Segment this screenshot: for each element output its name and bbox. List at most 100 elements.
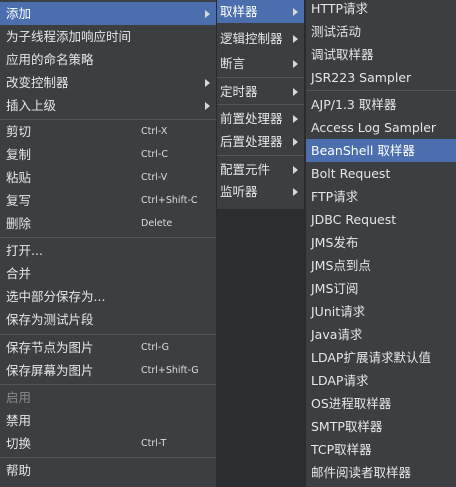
menu-separator: [217, 104, 304, 105]
menu-item-label: 改变控制器: [6, 75, 69, 90]
menu-item-delete[interactable]: 删除 Delete: [0, 212, 216, 235]
menu-item-label: 逻辑控制器: [220, 31, 283, 46]
menu-item-label: 应用的命名策略: [6, 52, 94, 67]
menu-item-enable: 启用: [0, 386, 216, 409]
sampler-item-jms-point-to-point[interactable]: JMS点到点: [306, 254, 456, 277]
submenu-item-listener[interactable]: 监听器: [217, 180, 304, 203]
menu-item-label: Java请求: [311, 327, 363, 342]
menu-item-copy[interactable]: 复制 Ctrl-C: [0, 143, 216, 166]
menu-item-label: JMS点到点: [311, 258, 371, 273]
sampler-item-http-request[interactable]: HTTP请求: [306, 0, 456, 20]
sampler-item-tcp[interactable]: TCP取样器: [306, 438, 456, 461]
sampler-item-java-request[interactable]: Java请求: [306, 323, 456, 346]
sampler-item-ftp-request[interactable]: FTP请求: [306, 185, 456, 208]
sampler-item-jms-publisher[interactable]: JMS发布: [306, 231, 456, 254]
menu-item-save-selection-as[interactable]: 选中部分保存为...: [0, 285, 216, 308]
menu-item-label: 调试取样器: [311, 47, 374, 62]
submenu-item-post-processor[interactable]: 后置处理器: [217, 130, 304, 153]
menu-item-label: 取样器: [220, 4, 258, 19]
menu-item-paste[interactable]: 粘贴 Ctrl-V: [0, 166, 216, 189]
menu-item-label: 启用: [6, 390, 32, 405]
menu-item-label: 合并: [6, 266, 32, 281]
add-submenu: 取样器 逻辑控制器 断言 定时器 前置处理器 后置处理器 配置元件 监听器: [217, 0, 305, 210]
menu-item-label: 添加: [6, 6, 32, 21]
menu-item-label: FTP请求: [311, 189, 359, 204]
menu-item-help[interactable]: 帮助: [0, 459, 216, 482]
sampler-item-jdbc-request[interactable]: JDBC Request: [306, 208, 456, 231]
menu-item-label: 粘贴: [6, 170, 32, 185]
menu-item-save-node-image[interactable]: 保存节点为图片 Ctrl-G: [0, 336, 216, 359]
menu-item-label: 为子线程添加响应时间: [6, 29, 132, 44]
menu-item-label: 切换: [6, 436, 32, 451]
menu-item-shortcut: Ctrl+Shift-C: [141, 195, 198, 206]
menu-item-insert-parent[interactable]: 插入上级: [0, 94, 216, 117]
menu-item-label: JMS订阅: [311, 281, 359, 296]
menu-item-label: HTTP请求: [311, 1, 368, 16]
menu-item-label: JDBC Request: [311, 212, 397, 227]
menu-item-save-screen-image[interactable]: 保存屏幕为图片 Ctrl+Shift-G: [0, 359, 216, 382]
menu-separator: [0, 384, 216, 385]
menu-item-merge[interactable]: 合并: [0, 262, 216, 285]
sampler-submenu: HTTP请求 测试活动 调试取样器 JSR223 Sampler AJP/1.3…: [305, 0, 456, 487]
menu-item-label: AJP/1.3 取样器: [311, 97, 397, 112]
sampler-item-smtp[interactable]: SMTP取样器: [306, 415, 456, 438]
menu-item-cut[interactable]: 剪切 Ctrl-X: [0, 120, 216, 143]
menu-item-label: 复制: [6, 147, 32, 162]
menu-item-label: 前置处理器: [220, 111, 283, 126]
sampler-item-beanshell[interactable]: BeanShell 取样器: [306, 139, 456, 162]
submenu-item-logic-controller[interactable]: 逻辑控制器: [217, 27, 304, 50]
submenu-arrow-icon: [293, 115, 298, 123]
submenu-item-assertion[interactable]: 断言: [217, 52, 304, 75]
menu-item-shortcut: Ctrl-T: [141, 438, 167, 449]
submenu-item-config-element[interactable]: 配置元件: [217, 158, 304, 181]
menu-item-change-controller[interactable]: 改变控制器: [0, 71, 216, 94]
submenu-arrow-icon: [293, 166, 298, 174]
submenu-item-sampler[interactable]: 取样器: [217, 0, 304, 23]
menu-item-toggle[interactable]: 切换 Ctrl-T: [0, 432, 216, 455]
submenu-arrow-icon: [205, 102, 210, 110]
sampler-item-debug-sampler[interactable]: 调试取样器: [306, 43, 456, 66]
menu-item-label: 帮助: [6, 463, 32, 478]
menu-item-label: 保存屏幕为图片: [6, 363, 94, 378]
menu-item-naming-policy[interactable]: 应用的命名策略: [0, 48, 216, 71]
sampler-item-ldap-request[interactable]: LDAP请求: [306, 369, 456, 392]
submenu-item-timer[interactable]: 定时器: [217, 80, 304, 103]
menu-item-shortcut: Delete: [141, 218, 173, 229]
sampler-item-os-process[interactable]: OS进程取样器: [306, 392, 456, 415]
menu-item-save-as-test-fragment[interactable]: 保存为测试片段: [0, 308, 216, 331]
menu-item-label: 打开...: [6, 243, 43, 258]
menu-item-shortcut: Ctrl-X: [141, 126, 168, 137]
menu-item-shortcut: Ctrl-C: [141, 149, 168, 160]
menu-item-label: JMS发布: [311, 235, 359, 250]
menu-item-duplicate[interactable]: 复写 Ctrl+Shift-C: [0, 189, 216, 212]
menu-item-label: JSR223 Sampler: [311, 70, 412, 85]
sampler-item-ldap-extended[interactable]: LDAP扩展请求默认值: [306, 346, 456, 369]
sampler-item-bolt-request[interactable]: Bolt Request: [306, 162, 456, 185]
submenu-arrow-icon: [205, 10, 210, 18]
sampler-item-jms-subscriber[interactable]: JMS订阅: [306, 277, 456, 300]
submenu-item-pre-processor[interactable]: 前置处理器: [217, 107, 304, 130]
menu-item-label: SMTP取样器: [311, 419, 383, 434]
menu-item-add-response-time[interactable]: 为子线程添加响应时间: [0, 25, 216, 48]
menu-item-label: OS进程取样器: [311, 396, 392, 411]
menu-separator: [0, 237, 216, 238]
menu-item-label: 定时器: [220, 84, 258, 99]
menu-item-label: LDAP扩展请求默认值: [311, 350, 431, 365]
sampler-item-mail-reader[interactable]: 邮件阅读者取样器: [306, 461, 456, 484]
menu-item-shortcut: Ctrl+Shift-G: [141, 365, 199, 376]
menu-item-label: LDAP请求: [311, 373, 369, 388]
menu-item-label: TCP取样器: [311, 442, 372, 457]
menu-item-open[interactable]: 打开...: [0, 239, 216, 262]
sampler-item-junit-request[interactable]: JUnit请求: [306, 300, 456, 323]
menu-item-label: 复写: [6, 193, 32, 208]
menu-separator: [217, 155, 304, 156]
sampler-item-ajp[interactable]: AJP/1.3 取样器: [306, 93, 456, 116]
menu-item-label: 插入上级: [6, 98, 57, 113]
submenu-arrow-icon: [293, 35, 298, 43]
sampler-item-jsr223[interactable]: JSR223 Sampler: [306, 66, 456, 89]
menu-item-add[interactable]: 添加: [0, 2, 216, 25]
sampler-item-access-log[interactable]: Access Log Sampler: [306, 116, 456, 139]
submenu-arrow-icon: [293, 60, 298, 68]
sampler-item-test-action[interactable]: 测试活动: [306, 20, 456, 43]
menu-item-disable[interactable]: 禁用: [0, 409, 216, 432]
